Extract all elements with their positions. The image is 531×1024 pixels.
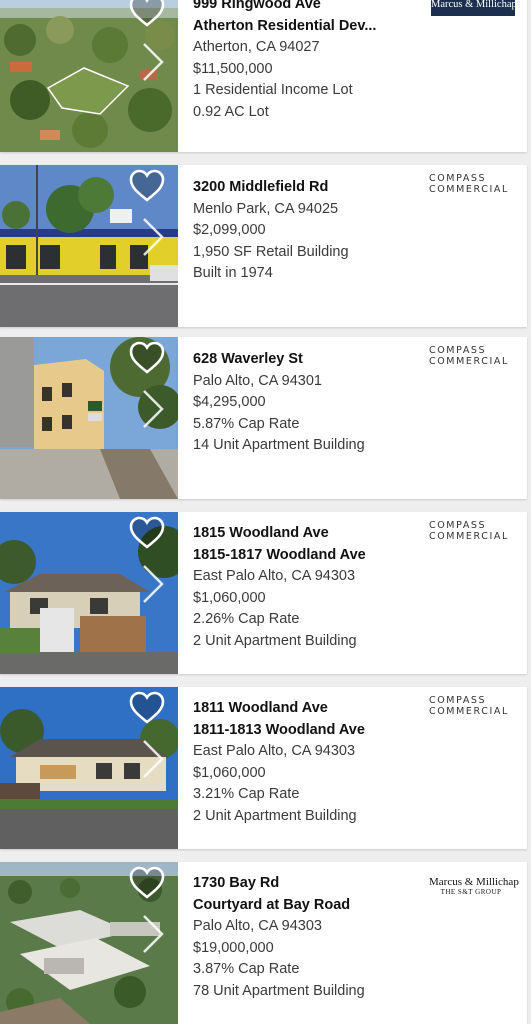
listing-detail: 2 Unit Apartment Building [193, 807, 357, 824]
heart-outline-icon[interactable] [129, 516, 165, 550]
broker-logo[interactable]: Marcus & Millichap [431, 0, 517, 16]
listing-card[interactable]: 1730 Bay Rd Courtyard at Bay Road Palo A… [0, 862, 527, 1024]
listing-address: 1815 Woodland Ave [193, 525, 329, 541]
heart-outline-icon[interactable] [129, 691, 165, 725]
listing-detail: 5.87% Cap Rate [193, 415, 300, 432]
listing-location: Atherton, CA 94027 [193, 39, 320, 55]
listing-price: $1,060,000 [193, 764, 266, 781]
listing-address: 3200 Middlefield Rd [193, 179, 329, 195]
listing-price: $2,099,000 [193, 222, 266, 238]
chevron-right-icon[interactable] [140, 215, 166, 259]
listing-location: Palo Alto, CA 94303 [193, 918, 322, 934]
listing-info: 3200 Middlefield Rd Menlo Park, CA 94025… [193, 177, 423, 285]
listing-info: 628 Waverley St Palo Alto, CA 94301 $4,2… [193, 349, 423, 457]
listing-card[interactable]: 1811 Woodland Ave 1811-1813 Woodland Ave… [0, 687, 527, 849]
listing-info: 1811 Woodland Ave 1811-1813 Woodland Ave… [193, 698, 423, 827]
listing-detail: 2 Unit Apartment Building [193, 632, 357, 649]
listing-name: 1811-1813 Woodland Ave [193, 721, 365, 738]
heart-outline-icon[interactable] [129, 0, 165, 28]
chevron-right-icon[interactable] [140, 562, 166, 606]
listing-info: 1730 Bay Rd Courtyard at Bay Road Palo A… [193, 873, 423, 1002]
listing-detail: 2.26% Cap Rate [193, 611, 300, 627]
listing-location: Palo Alto, CA 94301 [193, 372, 322, 389]
listing-detail: 14 Unit Apartment Building [193, 437, 365, 453]
listing-price: $11,500,000 [193, 60, 273, 77]
listing-info: 999 Ringwood Ave Atherton Residential De… [193, 0, 423, 123]
broker-logo[interactable]: COMPASS COMMERCIAL [429, 695, 515, 729]
listing-card[interactable]: 628 Waverley St Palo Alto, CA 94301 $4,2… [0, 337, 527, 499]
listing-location: East Palo Alto, CA 94303 [193, 568, 356, 584]
listing-detail: 78 Unit Apartment Building [193, 982, 365, 999]
listing-name: 1815-1817 Woodland Ave [193, 546, 366, 563]
broker-logo[interactable]: COMPASS COMMERCIAL [429, 345, 515, 379]
listing-address: 1730 Bay Rd [193, 875, 280, 891]
heart-outline-icon[interactable] [129, 341, 165, 375]
broker-logo[interactable]: COMPASS COMMERCIAL [429, 520, 515, 554]
listing-detail: 3.21% Cap Rate [193, 786, 300, 802]
chevron-right-icon[interactable] [140, 387, 166, 431]
chevron-right-icon[interactable] [140, 912, 166, 956]
listing-location: Menlo Park, CA 94025 [193, 200, 339, 217]
broker-logo[interactable]: COMPASS COMMERCIAL [429, 173, 515, 207]
listing-price: $1,060,000 [193, 589, 266, 606]
listing-detail: 3.87% Cap Rate [193, 961, 300, 977]
listing-results: 999 Ringwood Ave Atherton Residential De… [0, 0, 531, 1024]
listing-location: East Palo Alto, CA 94303 [193, 743, 356, 759]
heart-outline-icon[interactable] [129, 866, 165, 900]
chevron-right-icon[interactable] [140, 40, 166, 84]
broker-logo[interactable]: Marcus & Millichap THE S&T GROUP [429, 876, 519, 910]
listing-name: Courtyard at Bay Road [193, 896, 351, 913]
listing-info: 1815 Woodland Ave 1815-1817 Woodland Ave… [193, 523, 423, 652]
listing-name: Atherton Residential Dev... [193, 17, 377, 34]
listing-price: $19,000,000 [193, 939, 274, 956]
chevron-right-icon[interactable] [140, 737, 166, 781]
listing-address: 999 Ringwood Ave [193, 0, 321, 12]
listing-card[interactable]: 999 Ringwood Ave Atherton Residential De… [0, 0, 527, 152]
listing-detail: 0.92 AC Lot [193, 103, 269, 120]
listing-price: $4,295,000 [193, 394, 266, 410]
listing-address: 1811 Woodland Ave [193, 700, 328, 716]
listing-card[interactable]: 3200 Middlefield Rd Menlo Park, CA 94025… [0, 165, 527, 327]
listing-detail: Built in 1974 [193, 265, 273, 281]
listing-detail: 1 Residential Income Lot [193, 82, 353, 98]
listing-card[interactable]: 1815 Woodland Ave 1815-1817 Woodland Ave… [0, 512, 527, 674]
listing-address: 628 Waverley St [193, 351, 303, 367]
listing-detail: 1,950 SF Retail Building [193, 243, 349, 260]
heart-outline-icon[interactable] [129, 169, 165, 203]
